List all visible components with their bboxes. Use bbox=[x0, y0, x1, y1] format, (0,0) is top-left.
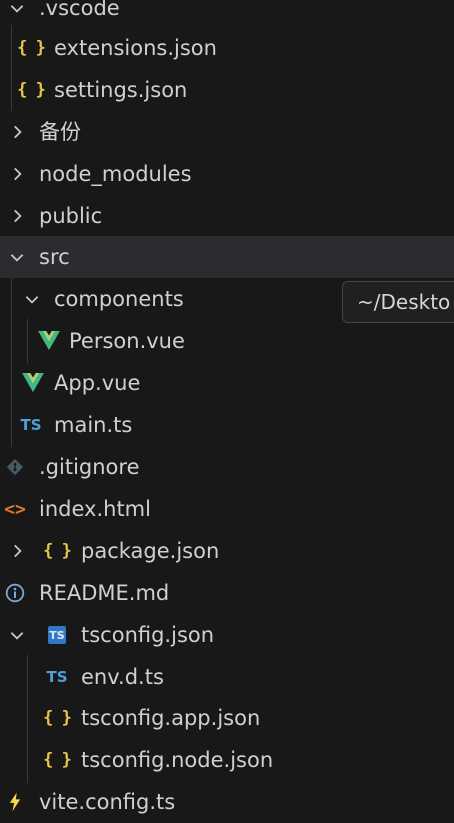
json-file-icon: { } bbox=[43, 750, 72, 770]
tree-item-backup-folder[interactable]: 备份 bbox=[0, 111, 454, 153]
tree-item-src-folder[interactable]: src bbox=[0, 236, 454, 278]
tree-item-node-modules-folder[interactable]: node_modules bbox=[0, 153, 454, 195]
chevron-right-icon bbox=[6, 111, 28, 153]
vue-file-icon bbox=[20, 362, 46, 404]
tree-item-label: 备份 bbox=[39, 120, 81, 144]
tree-item-app-vue[interactable]: App.vue bbox=[0, 362, 454, 404]
tree-item-label: tsconfig.json bbox=[81, 623, 215, 647]
tree-item-vscode-folder[interactable]: .vscode bbox=[0, 0, 454, 29]
tree-item-package-json[interactable]: { } package.json bbox=[0, 530, 454, 572]
tree-item-label: Person.vue bbox=[69, 329, 185, 353]
tree-item-main-ts[interactable]: TS main.ts bbox=[0, 404, 454, 446]
tree-item-index-html[interactable]: <> index.html bbox=[0, 488, 454, 530]
chevron-right-icon bbox=[6, 195, 28, 237]
chevron-right-icon bbox=[6, 153, 28, 195]
tree-item-settings-json[interactable]: { } settings.json bbox=[0, 69, 454, 111]
json-file-icon: { } bbox=[17, 38, 46, 58]
tree-item-label: extensions.json bbox=[54, 36, 217, 60]
tree-item-tsconfig-json[interactable]: TS tsconfig.json bbox=[0, 614, 454, 656]
info-icon bbox=[2, 572, 28, 614]
chevron-right-icon bbox=[6, 530, 28, 572]
tree-item-label: tsconfig.node.json bbox=[81, 748, 274, 772]
chevron-down-icon bbox=[6, 236, 28, 278]
tree-item-label: main.ts bbox=[54, 413, 133, 437]
tree-item-label: README.md bbox=[39, 581, 170, 605]
tree-item-tsconfig-node-json[interactable]: { } tsconfig.node.json bbox=[0, 739, 454, 781]
tree-item-label: env.d.ts bbox=[81, 665, 164, 689]
tsconfig-file-icon: TS bbox=[44, 614, 70, 656]
typescript-file-icon: TS bbox=[46, 668, 68, 686]
vue-file-icon bbox=[36, 320, 62, 362]
tree-item-label: package.json bbox=[81, 539, 220, 563]
tree-item-label: App.vue bbox=[54, 371, 141, 395]
file-explorer-tree: .vscode { } extensions.json { } settings… bbox=[0, 0, 454, 817]
typescript-file-icon: TS bbox=[20, 416, 42, 434]
json-file-icon: { } bbox=[17, 80, 46, 100]
git-file-icon bbox=[2, 446, 28, 488]
tree-item-extensions-json[interactable]: { } extensions.json bbox=[0, 27, 454, 69]
tree-item-tsconfig-app-json[interactable]: { } tsconfig.app.json bbox=[0, 697, 454, 739]
tree-item-env-d-ts[interactable]: TS env.d.ts bbox=[0, 656, 454, 698]
tree-item-label: src bbox=[39, 245, 70, 269]
json-file-icon: { } bbox=[43, 541, 72, 561]
tree-item-person-vue[interactable]: Person.vue bbox=[0, 320, 454, 362]
tree-item-gitignore[interactable]: .gitignore bbox=[0, 446, 454, 488]
tree-item-label: node_modules bbox=[39, 162, 192, 186]
tree-item-public-folder[interactable]: public bbox=[0, 195, 454, 237]
tree-item-label: public bbox=[39, 204, 103, 228]
html-file-icon: <> bbox=[4, 498, 26, 520]
json-file-icon: { } bbox=[43, 708, 72, 728]
tree-item-label: .gitignore bbox=[39, 455, 140, 479]
chevron-down-icon bbox=[6, 614, 28, 656]
tree-item-readme-md[interactable]: README.md bbox=[0, 572, 454, 614]
chevron-down-icon bbox=[21, 278, 43, 320]
path-tooltip: ~/Deskto bbox=[342, 281, 454, 323]
chevron-down-icon bbox=[6, 0, 28, 29]
tree-item-label: components bbox=[54, 287, 184, 311]
tree-item-label: .vscode bbox=[39, 0, 120, 20]
tree-item-label: tsconfig.app.json bbox=[81, 706, 261, 730]
tree-item-label: settings.json bbox=[54, 78, 188, 102]
tree-item-label: index.html bbox=[39, 497, 151, 521]
